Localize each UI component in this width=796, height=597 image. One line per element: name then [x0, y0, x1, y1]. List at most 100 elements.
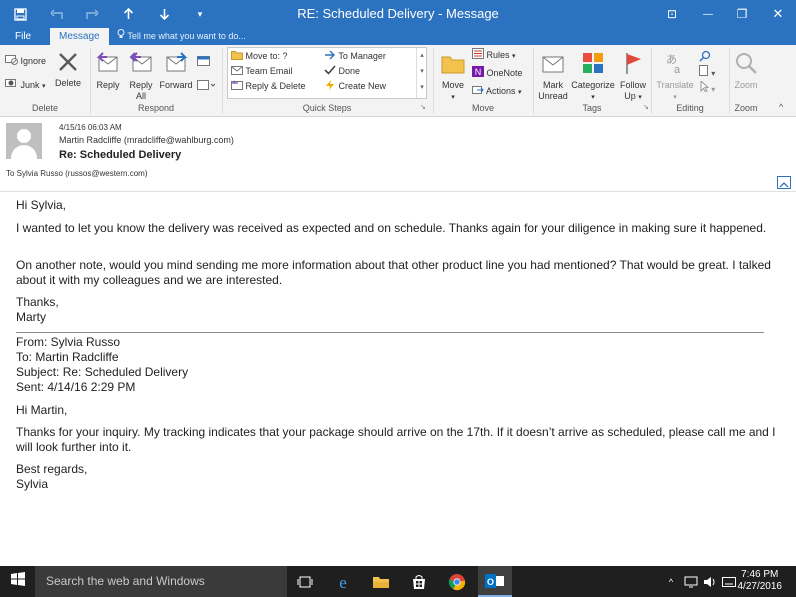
group-label-quick-steps: Quick Steps [302, 103, 352, 113]
file-explorer-icon[interactable] [366, 566, 396, 597]
taskbar-search-box[interactable]: Search the web and Windows [35, 566, 287, 597]
quoted-paragraph: Thanks for your inquiry. My tracking ind… [16, 425, 776, 454]
collapse-ribbon-icon[interactable]: ^ [779, 102, 783, 112]
body-paragraph: I wanted to let you know the delivery wa… [16, 221, 767, 235]
quoted-closing: Best regards, [16, 462, 88, 476]
tab-file[interactable]: File [15, 28, 31, 45]
meeting-reply-icon[interactable] [197, 54, 211, 72]
categorize-icon [570, 51, 616, 78]
ribbon-tab-row: File Message Tell me what you want to do… [0, 28, 796, 45]
quick-step-create-new[interactable]: Create New [324, 79, 386, 94]
tell-me-label: Tell me what you want to do... [127, 31, 246, 41]
move-button[interactable]: Move ▾ [437, 51, 469, 103]
message-body: Hi Sylvia, I wanted to let you know the … [0, 192, 796, 566]
message-header: 4/15/16 06:03 AM Martin Radcliffe (mradc… [0, 118, 796, 192]
minimize-button[interactable]: — [694, 0, 722, 28]
forward-button[interactable]: Forward [158, 51, 194, 91]
tell-me-box[interactable]: Tell me what you want to do... [117, 28, 246, 45]
body-greeting: Hi Sylvia, [16, 198, 67, 212]
chevron-down-icon: ▾ [512, 53, 516, 60]
group-label-delete: Delete [31, 103, 58, 113]
lightning-icon [324, 79, 336, 94]
ignore-icon [5, 54, 18, 69]
junk-icon [5, 78, 18, 93]
body-signature: Marty [16, 310, 46, 324]
outlook-taskbar-icon[interactable]: O [478, 566, 512, 597]
network-icon[interactable] [682, 566, 700, 597]
svg-text:N: N [475, 67, 482, 77]
show-hidden-icons-icon[interactable]: ^ [664, 566, 678, 597]
svg-text:a: a [674, 64, 681, 75]
actions-button[interactable]: Actions ▾ [472, 84, 522, 100]
related-icon[interactable]: ▾ [699, 65, 715, 78]
chevron-down-icon: ▾ [518, 89, 522, 96]
chevron-down-icon: ▾ [42, 83, 46, 90]
categorize-button[interactable]: Categorize ▾ [570, 51, 616, 103]
taskbar: Search the web and Windows e O ^ 7:46 PM… [0, 566, 796, 597]
checkmark-icon [324, 65, 336, 79]
windows-logo-icon [10, 572, 25, 591]
reply-icon [93, 51, 123, 78]
quick-step-team-email[interactable]: Team Email [231, 64, 292, 79]
onenote-button[interactable]: N OneNote [472, 66, 523, 81]
mark-unread-button[interactable]: Mark Unread [536, 51, 570, 102]
chevron-down-icon: ▾ [673, 94, 677, 101]
ribbon-display-options-icon[interactable]: ⊡ [658, 0, 686, 28]
svg-text:O: O [487, 577, 494, 587]
select-icon[interactable]: ▾ [699, 79, 715, 94]
restore-button[interactable]: ❐ [728, 0, 756, 28]
junk-button[interactable]: Junk ▾ [5, 78, 46, 94]
translate-button[interactable]: あa Translate ▾ [655, 51, 695, 103]
more-respond-icon[interactable] [197, 78, 216, 96]
delete-x-icon [52, 51, 84, 76]
folder-arrow-icon [231, 50, 243, 64]
group-label-respond: Respond [137, 103, 175, 113]
expand-header-icon[interactable] [777, 176, 791, 189]
tab-message[interactable]: Message [50, 28, 109, 45]
quick-step-done[interactable]: Done [324, 64, 360, 79]
group-label-editing: Editing [676, 103, 704, 113]
reply-all-button[interactable]: Reply All [126, 51, 156, 102]
clock-date: 4/27/2016 [737, 581, 783, 592]
body-closing: Thanks, [16, 295, 59, 309]
ignore-button[interactable]: Ignore [5, 54, 46, 69]
rules-button[interactable]: Rules ▾ [472, 48, 516, 64]
follow-up-button[interactable]: Follow Up ▾ [616, 51, 650, 103]
translate-icon: あa [655, 51, 695, 78]
close-button[interactable]: ✕ [764, 0, 792, 28]
group-label-move: Move [471, 103, 494, 113]
rules-icon [472, 48, 484, 63]
flag-icon [616, 51, 650, 78]
actions-icon [472, 84, 484, 99]
edge-icon[interactable]: e [328, 566, 358, 597]
subject: Re: Scheduled Delivery [59, 149, 182, 161]
recipients[interactable]: To Sylvia Russo (russos@western.com) [6, 169, 148, 178]
zoom-button[interactable]: Zoom [731, 51, 761, 91]
start-button[interactable] [0, 566, 35, 597]
reply-button[interactable]: Reply [93, 51, 123, 91]
quick-step-to-manager[interactable]: To Manager [324, 49, 386, 64]
lightbulb-icon [117, 28, 125, 45]
sender[interactable]: Martin Radcliffe (mradcliffe@wahlburg.co… [59, 135, 234, 145]
onenote-icon: N [472, 66, 484, 81]
quoted-greeting: Hi Martin, [16, 403, 68, 417]
keyboard-icon[interactable] [720, 566, 738, 597]
ribbon: Ignore Junk ▾ Delete Delete Reply Reply … [0, 45, 796, 117]
quick-steps-scroll[interactable]: ▴ ▾ ▾ [416, 48, 427, 98]
volume-icon[interactable] [701, 566, 719, 597]
quick-step-reply-delete[interactable]: Reply & Delete [231, 79, 306, 94]
group-label-zoom: Zoom [734, 103, 758, 113]
store-icon[interactable] [404, 566, 434, 597]
envelope-icon [536, 51, 570, 78]
chrome-icon[interactable] [442, 566, 472, 597]
avatar [6, 123, 42, 159]
quoted-sent: Sent: 4/14/16 2:29 PM [16, 380, 136, 394]
task-view-icon[interactable] [290, 566, 320, 597]
taskbar-clock[interactable]: 7:46 PM 4/27/2016 [738, 569, 783, 593]
chevron-down-icon: ▾ [451, 94, 455, 101]
chevron-down-icon: ▾ [591, 94, 595, 101]
chevron-down-icon: ▾ [638, 94, 642, 101]
quoted-from: From: Sylvia Russo [16, 335, 121, 349]
quick-step-move-to[interactable]: Move to: ? [231, 49, 288, 64]
delete-button[interactable]: Delete [52, 51, 84, 89]
